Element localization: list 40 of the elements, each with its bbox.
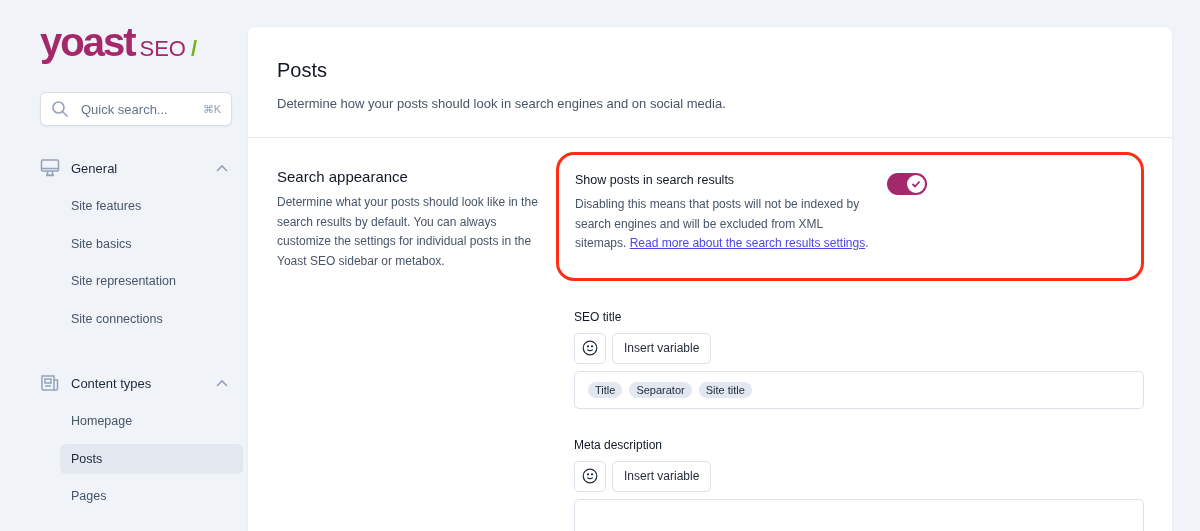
nav-item[interactable]: Site basics [60,228,243,259]
newspaper-icon [40,373,60,393]
shortcut-hint: ⌘K [202,102,221,116]
variable-chip: Title [588,381,623,398]
text-field[interactable] [574,498,1144,531]
logo-slash: / [190,36,198,62]
section-description: Determine what your posts should look like in the search results by default. You can always customize the settings for individual posts in the Yoast SEO sidebar or metabox. [277,194,539,270]
chevron-icon [216,164,228,172]
nav-item[interactable]: Posts [60,443,243,474]
variable-chip: Separator [629,381,692,398]
field-label: SEO title [574,309,623,324]
logo-wordmark: yoast [40,22,135,62]
logo-product: SEO [139,36,186,62]
nav-item[interactable]: Site features [60,191,243,221]
nav-item[interactable]: Pages [60,481,243,511]
section-toggle[interactable]: General [40,156,232,180]
check-icon [911,180,921,188]
nav-item[interactable]: Homepage [60,406,243,436]
variable-chip: Site title [698,381,752,398]
smiley-icon [582,468,598,484]
search-icon [51,100,69,118]
field-label: Meta description [574,437,664,452]
emoji-button[interactable] [574,332,606,364]
insert-variable-button[interactable]: Insert variable [612,460,712,492]
toggle-switch[interactable] [887,173,927,195]
text-field[interactable]: Title Separator Site title [574,370,1144,409]
nav-item[interactable]: Site connections [60,303,243,334]
page-subtitle: Determine how your posts should look in search engines and on social media. [277,96,727,111]
search-input[interactable]: Quick search... [79,100,193,118]
monitor-icon [40,158,60,178]
nav-item[interactable]: Site representation [60,266,243,296]
chevron-icon [216,379,228,387]
section-toggle[interactable]: Content types [40,371,232,395]
insert-variable-button[interactable]: Insert variable [612,332,712,364]
smiley-icon [582,340,598,356]
toggle-description: Disabling this means that posts will not be indexed by search engines and will be excluded from XML sitemaps. Read more about the search results settings. [575,196,870,252]
page-title: Posts [277,59,329,82]
section-title: Search appearance [277,168,409,185]
toggle-label: Show posts in search results [575,173,736,187]
emoji-button[interactable] [574,460,606,492]
